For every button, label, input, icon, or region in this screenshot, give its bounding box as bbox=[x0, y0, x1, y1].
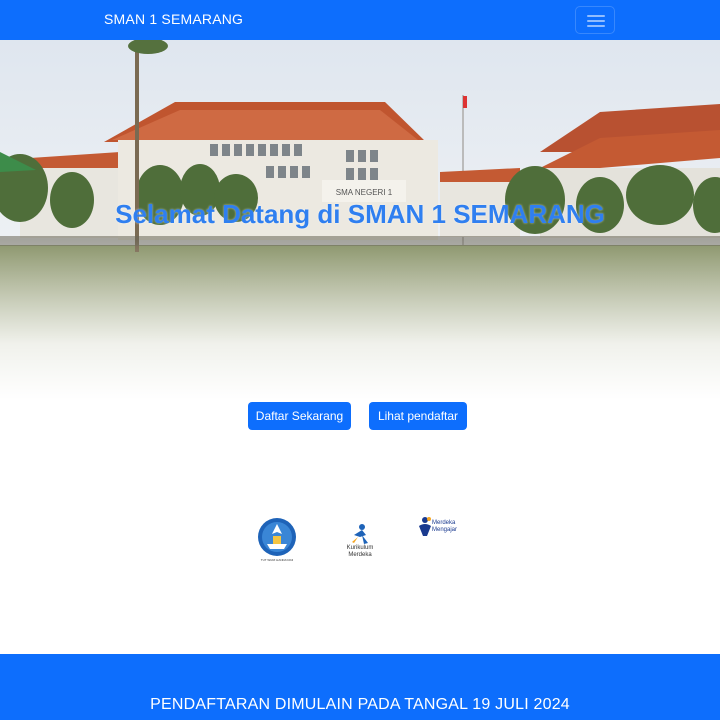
register-now-button[interactable]: Daftar Sekarang bbox=[248, 402, 351, 430]
kurikulum-merdeka-icon bbox=[352, 524, 368, 544]
navbar-brand[interactable]: SMAN 1 SEMARANG bbox=[104, 11, 243, 27]
kurikulum-merdeka-caption-line2: Merdeka bbox=[348, 552, 372, 558]
merdeka-mengajar-caption-line1: Merdeka bbox=[432, 520, 456, 526]
navbar-toggler-button[interactable] bbox=[575, 6, 615, 34]
kurikulum-merdeka-logo: Kurikulum Merdeka bbox=[340, 523, 380, 559]
navbar: SMAN 1 SEMARANG bbox=[0, 0, 720, 40]
registration-announcement: PENDAFTARAN DIMULAIN PADA TANGAL 19 JULI… bbox=[150, 696, 570, 713]
kurikulum-merdeka-caption-line1: Kurikulum bbox=[346, 545, 374, 551]
hamburger-icon bbox=[587, 15, 605, 17]
tut-wuri-handayani-caption: TUT WURI HANDAYANI bbox=[260, 558, 294, 562]
tut-wuri-handayani-logo: TUT WURI HANDAYANI bbox=[255, 516, 299, 568]
view-registrants-button[interactable]: Lihat pendaftar bbox=[369, 402, 467, 430]
merdeka-mengajar-icon bbox=[419, 517, 431, 536]
merdeka-mengajar-logo: Merdeka Mengajar bbox=[417, 516, 469, 538]
page: SMAN 1 SEMARANG SMA NEGERI 1 Selamat Dat… bbox=[0, 0, 720, 720]
building-sign: SMA NEGERI 1 bbox=[336, 188, 393, 197]
merdeka-mengajar-caption-line2: Mengajar bbox=[432, 527, 458, 533]
hero-section: SMA NEGERI 1 Selamat Datang di SMAN 1 SE… bbox=[0, 40, 720, 400]
tut-wuri-handayani-icon bbox=[258, 518, 296, 556]
footer-banner: PENDAFTARAN DIMULAIN PADA TANGAL 19 JULI… bbox=[0, 654, 720, 720]
hero-fade-overlay bbox=[0, 240, 720, 400]
hero-title: Selamat Datang di SMAN 1 SEMARANG bbox=[115, 199, 605, 229]
